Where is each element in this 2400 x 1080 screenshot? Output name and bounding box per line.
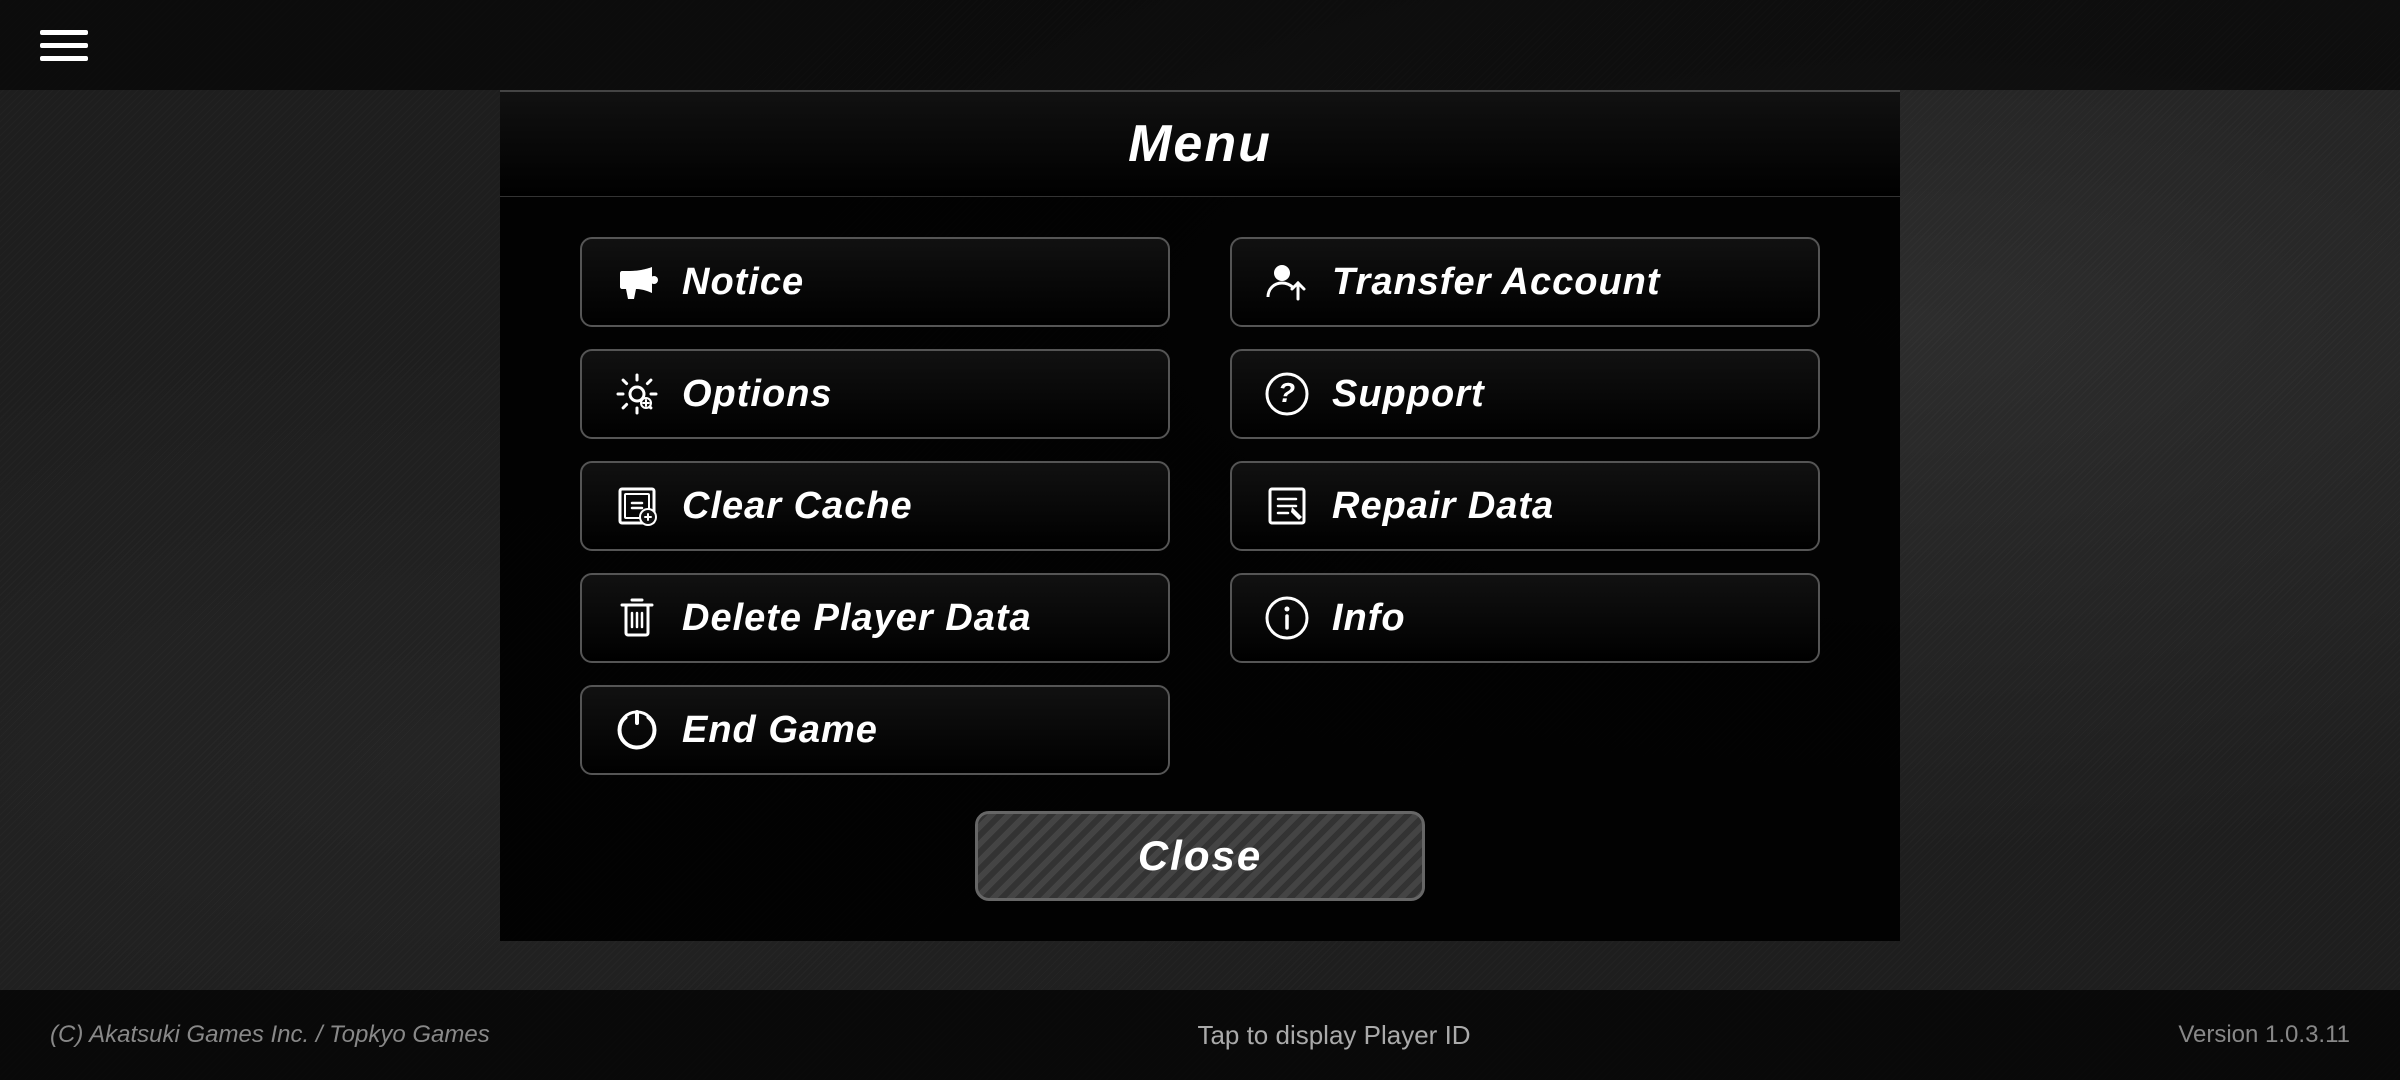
clear-cache-icon bbox=[612, 481, 662, 531]
info-icon bbox=[1262, 593, 1312, 643]
end-game-icon bbox=[612, 705, 662, 755]
menu-dialog: Menu Notice Transfer Acc bbox=[500, 90, 1900, 941]
transfer-account-icon bbox=[1262, 257, 1312, 307]
delete-player-data-button[interactable]: Delete Player Data bbox=[580, 573, 1170, 663]
options-label: Options bbox=[682, 373, 833, 416]
info-button[interactable]: Info bbox=[1230, 573, 1820, 663]
support-icon: ? bbox=[1262, 369, 1312, 419]
notice-label: Notice bbox=[682, 261, 804, 304]
support-label: Support bbox=[1332, 373, 1485, 416]
clear-cache-label: Clear Cache bbox=[682, 485, 913, 528]
transfer-account-button[interactable]: Transfer Account bbox=[1230, 237, 1820, 327]
delete-player-data-icon bbox=[612, 593, 662, 643]
repair-data-label: Repair Data bbox=[1332, 485, 1554, 528]
hamburger-menu[interactable] bbox=[40, 30, 88, 61]
options-icon bbox=[612, 369, 662, 419]
close-row: Close bbox=[500, 811, 1900, 901]
repair-data-button[interactable]: Repair Data bbox=[1230, 461, 1820, 551]
menu-title-bar: Menu bbox=[500, 92, 1900, 197]
options-button[interactable]: Options bbox=[580, 349, 1170, 439]
notice-icon bbox=[612, 257, 662, 307]
support-button[interactable]: ? Support bbox=[1230, 349, 1820, 439]
menu-title: Menu bbox=[1128, 115, 1272, 173]
button-grid: Notice Transfer Account bbox=[500, 237, 1900, 775]
repair-data-icon bbox=[1262, 481, 1312, 531]
top-bar bbox=[0, 0, 2400, 90]
end-game-label: End Game bbox=[682, 709, 878, 752]
notice-button[interactable]: Notice bbox=[580, 237, 1170, 327]
end-game-button[interactable]: End Game bbox=[580, 685, 1170, 775]
copyright-text: (C) Akatsuki Games Inc. / Topkyo Games bbox=[50, 1021, 490, 1049]
version-text: Version 1.0.3.11 bbox=[2178, 1021, 2350, 1049]
player-id-tap[interactable]: Tap to display Player ID bbox=[1197, 1020, 1470, 1051]
svg-text:?: ? bbox=[1278, 377, 1296, 408]
delete-player-data-label: Delete Player Data bbox=[682, 597, 1032, 640]
info-label: Info bbox=[1332, 597, 1406, 640]
clear-cache-button[interactable]: Clear Cache bbox=[580, 461, 1170, 551]
close-button[interactable]: Close bbox=[975, 811, 1425, 901]
bottom-bar: (C) Akatsuki Games Inc. / Topkyo Games T… bbox=[0, 990, 2400, 1080]
transfer-account-label: Transfer Account bbox=[1332, 261, 1661, 304]
